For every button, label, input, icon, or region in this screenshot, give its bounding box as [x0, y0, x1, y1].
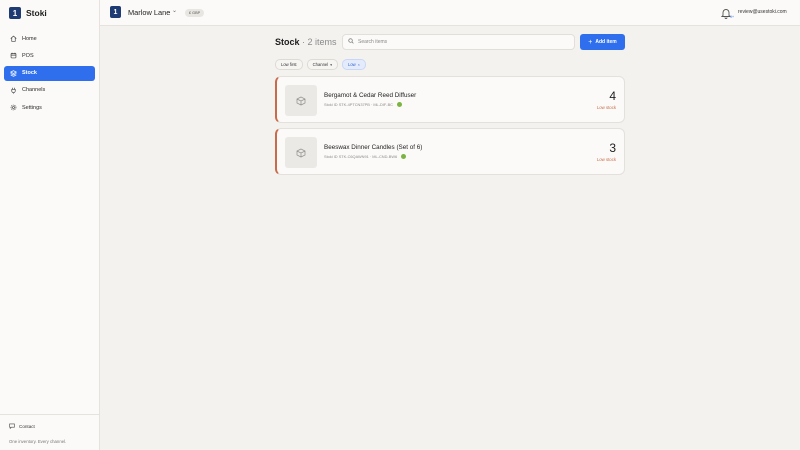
item-thumbnail — [285, 85, 317, 116]
item-name: Bergamot & Cedar Reed Diffuser — [324, 92, 417, 99]
chevron-down-icon: ▾ — [330, 62, 333, 67]
page-title-text: Stock — [275, 37, 300, 47]
filter-chip-low[interactable]: Low × — [342, 59, 366, 70]
top-header: 1 Marlow Lane ⌄ £ GBP 9+ review@usestoki… — [100, 0, 800, 26]
contact-label: Contact — [19, 423, 35, 429]
item-name: Beeswax Dinner Candles (Set of 6) — [324, 144, 423, 151]
stock-item-card[interactable]: Beeswax Dinner Candles (Set of 6) Stoki … — [275, 128, 625, 175]
sidebar-item-label: Settings — [22, 104, 42, 111]
stock-item-card[interactable]: Bergamot & Cedar Reed Diffuser Stoki ID … — [275, 76, 625, 123]
box-icon — [296, 96, 306, 105]
store-logo: 1 — [110, 6, 121, 18]
channel-status-dot — [401, 154, 407, 159]
add-item-button[interactable]: + Add item — [580, 34, 625, 50]
sidebar-nav: Home POS Stock Channels Settings — [4, 31, 95, 117]
notification-badge: 9+ — [730, 15, 734, 19]
box-icon — [296, 148, 306, 157]
filter-bar: Low first Channel ▾ Low × — [275, 59, 370, 70]
channels-icon — [9, 86, 17, 94]
item-sku: ML-CND-BW6 — [372, 154, 398, 159]
item-thumbnail — [285, 137, 317, 168]
item-quantity: 3 — [609, 141, 616, 155]
gear-icon — [9, 104, 17, 112]
store-switcher[interactable]: Marlow Lane — [128, 8, 170, 17]
app-name: Stoki — [26, 8, 47, 18]
chip-label: Low first — [281, 62, 297, 67]
item-stoki-id: Stoki ID STK-C6QAWN91 — [324, 154, 369, 159]
sidebar-item-channels[interactable]: Channels — [4, 83, 95, 98]
app-logo: 1 — [9, 7, 21, 19]
filter-chip-channel[interactable]: Channel ▾ — [306, 59, 339, 70]
search-icon — [348, 38, 354, 46]
chip-label: Channel — [312, 62, 329, 67]
item-meta: Stoki ID STK-4PTCN37PB · ML-DIF-BC — [324, 102, 402, 107]
clear-filter-icon[interactable]: × — [358, 63, 360, 67]
sidebar-item-label: Home — [22, 35, 37, 42]
home-icon — [9, 35, 17, 43]
item-count: · 2 items — [302, 37, 337, 47]
sidebar-item-settings[interactable]: Settings — [4, 100, 95, 115]
item-meta: Stoki ID STK-C6QAWN91 · ML-CND-BW6 — [324, 154, 407, 159]
search-box[interactable] — [342, 34, 575, 50]
sort-chip-low-first[interactable]: Low first — [275, 59, 303, 70]
plus-icon: + — [588, 38, 593, 46]
page-title: Stock · 2 items — [275, 37, 337, 47]
sidebar-item-label: Channels — [22, 87, 46, 94]
chat-icon — [9, 423, 15, 429]
sidebar-item-home[interactable]: Home — [4, 31, 95, 46]
search-input[interactable] — [358, 39, 558, 45]
sidebar: 1 Stoki Home POS Stock Channels Settings… — [0, 0, 100, 450]
channel-status-dot — [396, 102, 402, 107]
sidebar-footer: Contact One inventory. Every channel. — [0, 414, 100, 450]
user-email[interactable]: review@usestoki.com — [738, 9, 787, 15]
stock-status: Low stock — [596, 157, 616, 162]
currency-badge: £ GBP — [185, 9, 205, 17]
item-sku: ML-DIF-BC — [373, 102, 393, 107]
contact-link[interactable]: Contact — [9, 423, 35, 429]
stock-icon — [9, 69, 17, 77]
stock-status: Low stock — [596, 105, 616, 110]
chevron-down-icon[interactable]: ⌄ — [172, 7, 177, 14]
sidebar-item-stock[interactable]: Stock — [4, 65, 95, 81]
add-item-label: Add item — [595, 39, 617, 45]
item-quantity: 4 — [609, 89, 616, 103]
sidebar-item-label: POS — [22, 52, 34, 59]
chip-label: Low — [348, 62, 356, 67]
item-stoki-id: Stoki ID STK-4PTCN37PB — [324, 102, 370, 107]
brand[interactable]: 1 Stoki — [9, 6, 47, 20]
sidebar-item-label: Stock — [22, 70, 37, 77]
sidebar-item-pos[interactable]: POS — [4, 48, 95, 63]
tagline: One inventory. Every channel. — [9, 439, 67, 444]
pos-icon — [9, 52, 17, 60]
